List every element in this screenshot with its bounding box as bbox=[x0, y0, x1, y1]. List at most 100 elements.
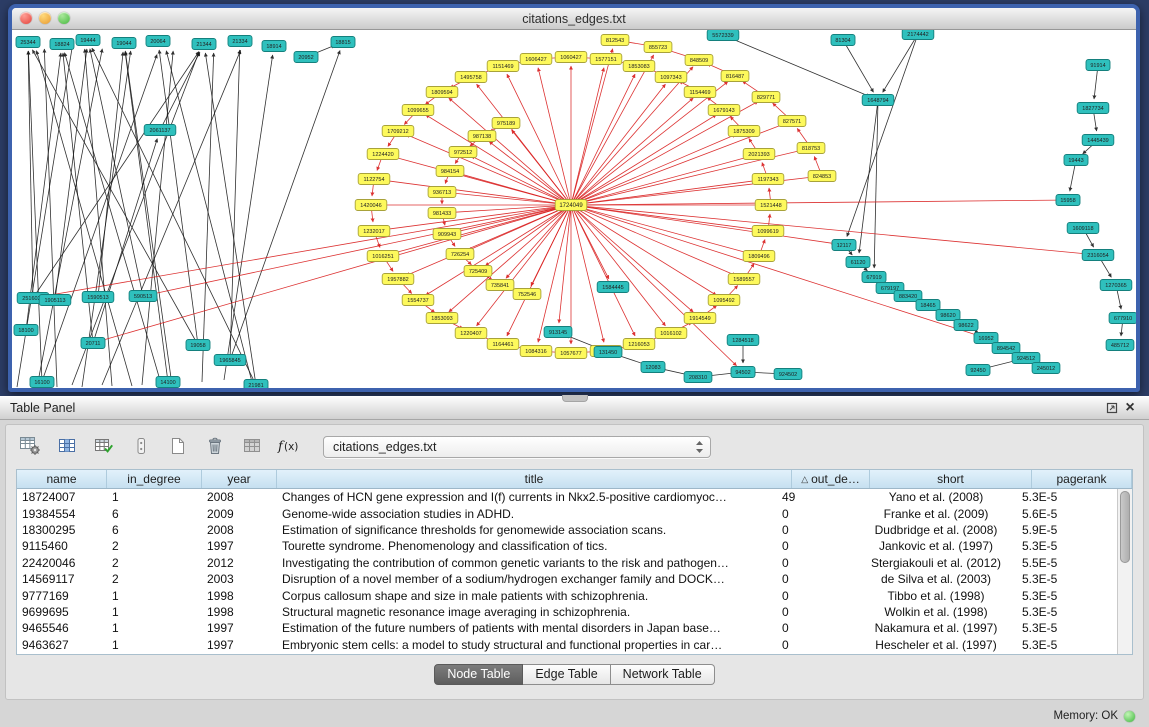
graph-node[interactable]: 2021393 bbox=[743, 149, 775, 160]
graph-edge[interactable] bbox=[28, 51, 33, 298]
graph-node[interactable]: 1122754 bbox=[358, 174, 390, 185]
graph-node[interactable]: 984154 bbox=[436, 166, 464, 177]
graph-node[interactable]: 725409 bbox=[464, 266, 492, 277]
graph-node[interactable]: 208310 bbox=[684, 372, 712, 383]
graph-node[interactable]: 726254 bbox=[446, 249, 474, 260]
graph-node[interactable]: 1679143 bbox=[708, 105, 740, 116]
graph-node[interactable]: 1270365 bbox=[1100, 280, 1132, 291]
graph-node[interactable]: 21981 bbox=[244, 380, 268, 389]
graph-node[interactable]: 1827734 bbox=[1077, 103, 1109, 114]
graph-node[interactable]: 1224420 bbox=[367, 149, 399, 160]
tab-node-table[interactable]: Node Table bbox=[434, 664, 523, 685]
graph-node[interactable]: 677910 bbox=[1109, 313, 1136, 324]
graph-node[interactable]: 1584445 bbox=[597, 282, 629, 293]
graph-node[interactable]: 20711 bbox=[81, 338, 105, 349]
graph-edge[interactable] bbox=[202, 53, 214, 382]
graph-node[interactable]: 1589557 bbox=[728, 274, 760, 285]
table-row[interactable]: 2242004622012Investigating the contribut… bbox=[17, 555, 1117, 571]
graph-node[interactable]: 94502 bbox=[731, 367, 755, 378]
graph-node[interactable]: 1151469 bbox=[487, 61, 519, 72]
graph-node[interactable]: 1914549 bbox=[684, 313, 716, 324]
graph-node[interactable]: 1232017 bbox=[358, 226, 390, 237]
graph-node[interactable]: 590513 bbox=[129, 291, 157, 302]
column-header-short[interactable]: short bbox=[870, 470, 1032, 488]
graph-node[interactable]: 18465 bbox=[916, 300, 940, 311]
graph-node[interactable]: 19443 bbox=[1064, 155, 1088, 166]
delete-column-button[interactable] bbox=[201, 434, 229, 460]
clear-table-button[interactable] bbox=[238, 434, 266, 460]
graph-node[interactable]: 1809496 bbox=[743, 251, 775, 262]
network-canvas[interactable]: 1724049152144811973432021393187530916791… bbox=[12, 30, 1136, 388]
graph-node[interactable]: 1905113 bbox=[39, 295, 71, 306]
graph-node[interactable]: 1164461 bbox=[487, 339, 519, 350]
graph-node[interactable]: 827571 bbox=[778, 116, 806, 127]
table-row[interactable]: 946554611997Estimation of the future num… bbox=[17, 620, 1117, 636]
graph-edge[interactable] bbox=[571, 205, 609, 279]
add-function-column-button[interactable] bbox=[90, 434, 118, 460]
graph-node[interactable]: 5572339 bbox=[707, 30, 739, 41]
graph-edge[interactable] bbox=[93, 139, 157, 343]
graph-node[interactable]: 98620 bbox=[936, 310, 960, 321]
graph-node[interactable]: 981433 bbox=[428, 208, 456, 219]
graph-node[interactable]: 909943 bbox=[433, 229, 461, 240]
graph-node[interactable]: 1016102 bbox=[655, 328, 687, 339]
graph-node[interactable]: 848509 bbox=[685, 55, 713, 66]
minimize-button[interactable] bbox=[39, 12, 51, 24]
graph-node[interactable]: 21334 bbox=[228, 36, 252, 47]
zoom-button[interactable] bbox=[58, 12, 70, 24]
graph-node[interactable]: 936713 bbox=[428, 187, 456, 198]
graph-node[interactable]: 1957882 bbox=[382, 274, 414, 285]
graph-node[interactable]: 1284518 bbox=[727, 335, 759, 346]
split-handle[interactable] bbox=[562, 395, 588, 402]
graph-node[interactable]: 20952 bbox=[294, 52, 318, 63]
graph-node[interactable]: 19058 bbox=[186, 340, 210, 351]
scrollbar-thumb[interactable] bbox=[1120, 491, 1130, 563]
network-window[interactable]: citations_edges.txt 17240491521448119734… bbox=[8, 4, 1140, 392]
graph-edge[interactable] bbox=[55, 49, 87, 300]
table-row[interactable]: 969969511998Structural magnetic resonanc… bbox=[17, 604, 1117, 620]
graph-node[interactable]: 19044 bbox=[112, 38, 136, 49]
close-panel-button[interactable]: × bbox=[1121, 400, 1139, 416]
graph-node[interactable]: 1521448 bbox=[755, 200, 787, 211]
graph-node[interactable]: 1057677 bbox=[555, 348, 587, 359]
graph-edge[interactable] bbox=[459, 173, 571, 205]
graph-node[interactable]: 2061137 bbox=[144, 125, 176, 136]
table-select-dropdown[interactable]: citations_edges.txt bbox=[323, 436, 711, 458]
graph-edge[interactable] bbox=[102, 205, 571, 341]
graph-node[interactable]: 1495758 bbox=[455, 72, 487, 83]
graph-node[interactable]: 67919 bbox=[862, 272, 886, 283]
tab-network-table[interactable]: Network Table bbox=[611, 664, 715, 685]
table-row[interactable]: 1830029562008Estimation of significance … bbox=[17, 522, 1117, 538]
graph-node[interactable]: 245012 bbox=[1032, 363, 1060, 374]
graph-node[interactable]: 1853093 bbox=[426, 313, 458, 324]
graph-node[interactable]: 18824 bbox=[50, 39, 74, 50]
vertical-scrollbar[interactable] bbox=[1117, 489, 1132, 654]
graph-node[interactable]: 91914 bbox=[1086, 60, 1110, 71]
graph-edge[interactable] bbox=[85, 49, 112, 386]
table-row[interactable]: 911546021997Tourette syndrome. Phenomeno… bbox=[17, 538, 1117, 554]
row-tools-button[interactable] bbox=[127, 434, 155, 460]
graph-node[interactable]: 1875309 bbox=[728, 126, 760, 137]
graph-node[interactable]: 816487 bbox=[721, 71, 749, 82]
graph-node[interactable]: 1084316 bbox=[520, 346, 552, 357]
graph-edge[interactable] bbox=[90, 49, 143, 296]
graph-node[interactable]: 1445439 bbox=[1082, 135, 1114, 146]
graph-node[interactable]: 1095492 bbox=[708, 295, 740, 306]
graph-node[interactable]: 855723 bbox=[644, 42, 672, 53]
table-options-button[interactable] bbox=[16, 434, 44, 460]
graph-node[interactable]: 19444 bbox=[76, 35, 100, 46]
column-header-year[interactable]: year bbox=[202, 470, 277, 488]
graph-node[interactable]: 894542 bbox=[992, 343, 1020, 354]
graph-node[interactable]: 21344 bbox=[192, 39, 216, 50]
graph-node[interactable]: 1099619 bbox=[752, 226, 784, 237]
graph-node[interactable]: 972512 bbox=[449, 147, 477, 158]
graph-node[interactable]: 12117 bbox=[832, 240, 856, 251]
graph-edge[interactable] bbox=[571, 101, 758, 205]
graph-node[interactable]: 1154469 bbox=[684, 87, 716, 98]
graph-node[interactable]: 1420046 bbox=[355, 200, 387, 211]
graph-node[interactable]: 1853083 bbox=[623, 61, 655, 72]
column-header-pagerank[interactable]: pagerank bbox=[1032, 470, 1132, 488]
graph-node[interactable]: 18815 bbox=[331, 37, 355, 48]
graph-node[interactable]: 61120 bbox=[846, 257, 870, 268]
graph-hub-node[interactable]: 1724049 bbox=[555, 200, 587, 211]
